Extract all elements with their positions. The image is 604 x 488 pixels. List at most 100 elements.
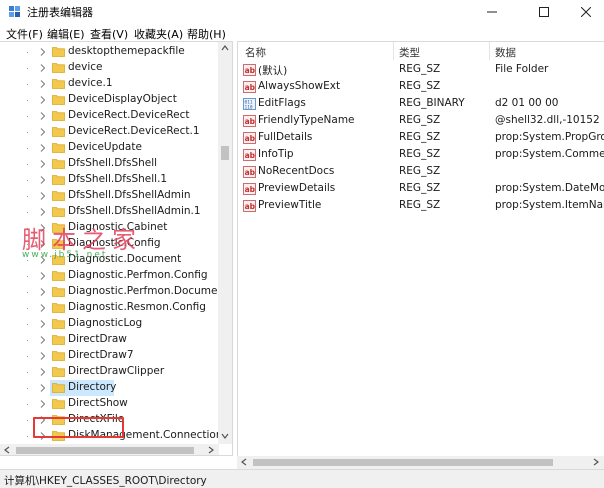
tree-item[interactable]: DfsShell.DfsShellAdmin <box>0 188 219 204</box>
tree-item-label: DirectDraw7 <box>68 349 134 361</box>
string-value-icon: ab <box>243 115 256 127</box>
expand-chevron-icon[interactable] <box>38 207 48 217</box>
expand-chevron-icon[interactable] <box>38 159 48 169</box>
window-title: 注册表编辑器 <box>27 6 93 19</box>
tree-item[interactable]: DiagnosticLog <box>0 316 219 332</box>
value-row[interactable]: 011 110 EditFlags REG_BINARY d2 01 00 00 <box>238 96 604 113</box>
value-data: d2 01 00 00 <box>495 97 559 109</box>
svg-text:ab: ab <box>245 117 256 126</box>
tree-item[interactable]: DirectDrawClipper <box>0 364 219 380</box>
maximize-button[interactable] <box>524 0 564 24</box>
tree-item[interactable]: DfsShell.DfsShell <box>0 156 219 172</box>
tree-horizontal-scrollbar[interactable] <box>0 444 219 455</box>
column-header-data[interactable]: 数据 <box>495 42 516 60</box>
expand-chevron-icon[interactable] <box>38 335 48 345</box>
svg-text:ab: ab <box>245 202 256 211</box>
tree-vertical-scroll-thumb[interactable] <box>221 146 229 160</box>
string-value-icon: ab <box>243 183 256 195</box>
close-button[interactable] <box>566 0 604 24</box>
tree-guide-dot <box>27 436 28 437</box>
tree-guide-dot <box>27 100 28 101</box>
tree-item[interactable]: DeviceRect.DeviceRect <box>0 108 219 124</box>
tree-item[interactable]: DirectShow <box>0 396 219 412</box>
tree-item[interactable]: DfsShell.DfsShellAdmin.1 <box>0 204 219 220</box>
expand-chevron-icon[interactable] <box>38 319 48 329</box>
expand-chevron-icon[interactable] <box>38 191 48 201</box>
expand-chevron-icon[interactable] <box>38 63 48 73</box>
value-data: prop:System.PropGrou <box>495 131 604 143</box>
value-type: REG_SZ <box>399 199 441 211</box>
expand-chevron-icon[interactable] <box>38 95 48 105</box>
value-name: InfoTip <box>258 148 294 160</box>
tree-item-label: DfsShell.DfsShell.1 <box>68 173 168 185</box>
tree-item[interactable]: DirectDraw7 <box>0 348 219 364</box>
tree-item[interactable]: device <box>0 60 219 76</box>
scroll-right-icon[interactable] <box>207 446 215 454</box>
tree-item[interactable]: DirectDraw <box>0 332 219 348</box>
expand-chevron-icon[interactable] <box>38 271 48 281</box>
expand-chevron-icon[interactable] <box>38 399 48 409</box>
tree-guide-dot <box>27 420 28 421</box>
expand-chevron-icon[interactable] <box>38 127 48 137</box>
expand-chevron-icon[interactable] <box>38 351 48 361</box>
expand-chevron-icon[interactable] <box>38 383 48 393</box>
tree-item[interactable]: DfsShell.DfsShell.1 <box>0 172 219 188</box>
expand-chevron-icon[interactable] <box>38 47 48 57</box>
tree-item[interactable]: desktopthemepackfile <box>0 44 219 60</box>
folder-icon <box>52 47 65 57</box>
value-row[interactable]: ab FullDetails REG_SZ prop:System.PropGrou <box>238 130 604 147</box>
tree-item[interactable]: Directory <box>0 380 219 396</box>
column-divider[interactable] <box>489 42 490 60</box>
value-row[interactable]: ab (默认) REG_SZ File Folder <box>238 62 604 79</box>
tree-item[interactable]: DeviceUpdate <box>0 140 219 156</box>
value-row[interactable]: ab NoRecentDocs REG_SZ <box>238 164 604 181</box>
expand-chevron-icon[interactable] <box>38 111 48 121</box>
expand-chevron-icon[interactable] <box>38 303 48 313</box>
menu-file[interactable]: 文件(F) <box>6 26 43 42</box>
scroll-down-icon[interactable] <box>221 432 229 440</box>
column-header-type[interactable]: 类型 <box>399 42 420 60</box>
tree-item[interactable]: DeviceRect.DeviceRect.1 <box>0 124 219 140</box>
value-row[interactable]: ab FriendlyTypeName REG_SZ @shell32.dll,-10… <box>238 113 604 130</box>
tree-item-label: DeviceRect.DeviceRect.1 <box>68 125 200 137</box>
menu-help[interactable]: 帮助(H) <box>187 26 226 42</box>
value-type: REG_SZ <box>399 182 441 194</box>
value-row[interactable]: abInfoTip REG_SZ prop:System.Comment <box>238 147 604 164</box>
tree-item-label: device.1 <box>68 77 113 89</box>
scroll-right-icon[interactable] <box>592 458 600 466</box>
tree-item[interactable]: Diagnostic.Resmon.Config <box>0 300 219 316</box>
minimize-button[interactable] <box>472 0 512 24</box>
folder-icon <box>52 271 65 281</box>
folder-icon <box>52 63 65 73</box>
expand-chevron-icon[interactable] <box>38 367 48 377</box>
column-divider[interactable] <box>393 42 394 60</box>
scroll-up-icon[interactable] <box>221 44 229 52</box>
tree-item-label: DirectShow <box>68 397 128 409</box>
menu-edit[interactable]: 编辑(E) <box>47 26 85 42</box>
menu-favorites[interactable]: 收藏夹(A) <box>134 26 183 42</box>
tree-horizontal-scroll-thumb[interactable] <box>16 447 194 454</box>
column-header-name[interactable]: 名称 <box>245 42 266 60</box>
values-list-pane[interactable]: 名称 类型 数据 ab (默认) REG_SZ File Folder ab Always… <box>237 41 604 456</box>
value-type: REG_SZ <box>399 80 441 92</box>
tree-item[interactable]: Diagnostic.Perfmon.Config <box>0 268 219 284</box>
list-horizontal-scrollbar[interactable] <box>237 456 604 469</box>
expand-chevron-icon[interactable] <box>38 143 48 153</box>
tree-item[interactable]: Diagnostic.Perfmon.Document <box>0 284 228 300</box>
expand-chevron-icon[interactable] <box>38 287 48 297</box>
expand-chevron-icon[interactable] <box>38 79 48 89</box>
value-row[interactable]: ab PreviewDetails REG_SZ prop:System.DateMo… <box>238 181 604 198</box>
scroll-left-icon[interactable] <box>240 458 248 466</box>
value-data: prop:System.DateMod <box>495 182 604 194</box>
tree-guide-dot <box>27 260 28 261</box>
tree-item[interactable]: device.1 <box>0 76 219 92</box>
value-row[interactable]: ab PreviewTitle REG_SZ prop:System.ItemNam <box>238 198 604 215</box>
scroll-left-icon[interactable] <box>3 446 11 454</box>
expand-chevron-icon[interactable] <box>38 175 48 185</box>
value-row[interactable]: ab AlwaysShowExt REG_SZ <box>238 79 604 96</box>
folder-icon <box>52 207 65 217</box>
tree-item[interactable]: DeviceDisplayObject <box>0 92 219 108</box>
list-horizontal-scroll-thumb[interactable] <box>253 459 553 466</box>
tree-vertical-scrollbar[interactable] <box>218 42 232 444</box>
menu-view[interactable]: 查看(V) <box>90 26 128 42</box>
